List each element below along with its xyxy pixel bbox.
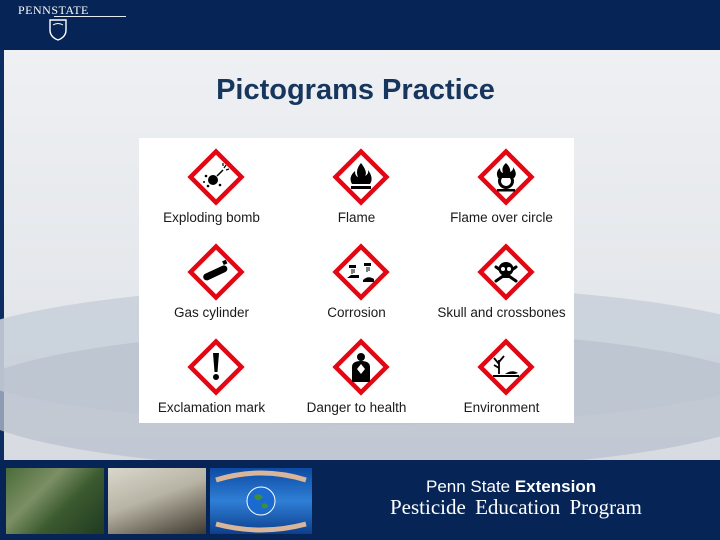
pictogram-cell: Flame over circle [429,138,574,233]
notebook-photo [108,468,206,534]
gas-cylinder-icon [187,243,245,301]
pictogram-panel: Exploding bomb Flame Flame over circle G… [139,138,574,423]
health-hazard-icon [332,338,390,396]
flame-over-circle-icon [477,148,535,206]
program-name: Pesticide Education Program [390,495,642,519]
pictogram-label: Exclamation mark [157,400,266,415]
extension-bold: Extension [514,477,597,496]
pictogram-label: Corrosion [327,305,386,320]
pictogram-label: Flame over circle [450,210,553,225]
pictogram-label: Exploding bomb [163,210,260,225]
pictogram-cell: Gas cylinder [139,233,284,328]
earth-icon [215,470,307,533]
earth-hands-photo [210,468,312,534]
header-band: PENNSTATE [0,0,720,50]
pictogram-label: Environment [463,400,540,415]
skull-and-crossbones-icon [477,243,535,301]
pictogram-label: Skull and crossbones [437,305,566,320]
corrosion-icon [332,243,390,301]
pictogram-cell: Flame [284,138,429,233]
pictogram-cell: Skull and crossbones [429,233,574,328]
slide-body: Pictograms Practice Exploding bomb Flame [0,50,720,460]
pictogram-cell: Exploding bomb [139,138,284,233]
pesticide-sprayer-photo [6,468,104,534]
pictogram-label: Flame [337,210,376,225]
pictogram-cell: Environment [429,328,574,423]
pictogram-cell: Corrosion [284,233,429,328]
exploding-bomb-icon [187,148,245,206]
pictogram-cell: Exclamation mark [139,328,284,423]
extension-prefix: Penn State [426,477,515,496]
extension-title: Penn State Extension [426,477,596,497]
footer-band: Penn State Extension Pesticide Education… [0,460,720,540]
environment-icon [477,338,535,396]
penn-state-logo: PENNSTATE [14,3,126,47]
slide-title: Pictograms Practice [216,74,495,106]
flame-icon [332,148,390,206]
pictogram-label: Gas cylinder [173,305,250,320]
pictogram-cell: Danger to health [284,328,429,423]
brand-rule [54,16,126,17]
shield-icon [49,19,67,41]
exclamation-mark-icon [187,338,245,396]
pictogram-label: Danger to health [306,400,407,415]
